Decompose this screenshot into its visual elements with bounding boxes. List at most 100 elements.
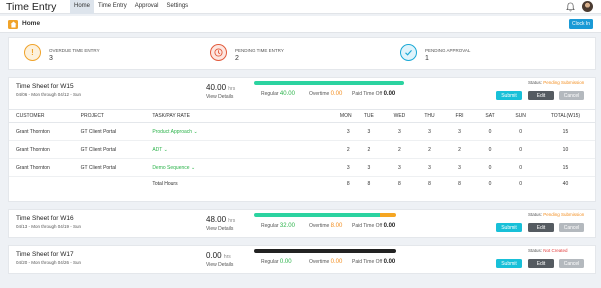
regular-value: 40.00 — [279, 91, 295, 97]
cancel-button[interactable]: Cancel — [559, 223, 584, 232]
summary-label: OVERDUE TIME ENTRY — [49, 48, 100, 53]
total-sun: 0 — [519, 180, 523, 187]
summary-label: PENDING APPROVAL — [425, 48, 471, 53]
view-details-link[interactable]: View Details — [206, 226, 233, 232]
total-hours-label: Total Hours — [152, 180, 178, 187]
overtime-value: 0.00 — [330, 259, 343, 265]
cell-mon[interactable]: 3 — [281, 122, 354, 141]
cell-tue[interactable]: 3 — [353, 122, 385, 141]
edit-button[interactable]: Edit — [528, 223, 554, 232]
cell-tue[interactable]: 3 — [353, 158, 385, 177]
nav-approval[interactable]: Approval — [131, 0, 163, 14]
timesheet-card-w16: Time Sheet for W16 04/13 - Mon through 0… — [8, 209, 596, 238]
home-icon — [8, 20, 18, 29]
col-sun: SUN — [505, 109, 536, 123]
hours-progress-bar — [254, 81, 404, 85]
pto-value: 0.00 — [383, 91, 396, 97]
cell-sun[interactable]: 0 — [505, 122, 536, 141]
cell-fri[interactable]: 3 — [444, 158, 475, 177]
col-total: TOTAL(W15) — [535, 109, 595, 123]
cell-mon[interactable]: 2 — [281, 140, 354, 159]
cancel-button[interactable]: Cancel — [559, 259, 584, 268]
regular-value: 0.00 — [279, 259, 292, 265]
nav-home[interactable]: Home — [70, 0, 95, 14]
cell-project: GT Client Portal — [80, 158, 153, 177]
hours-unit: hrs — [228, 218, 236, 224]
pto-value: 0.00 — [383, 223, 396, 229]
table-header-row: CUSTOMER PROJECT TASK/PAY RATE MON TUE W… — [9, 109, 595, 123]
col-sat: SAT — [474, 109, 506, 123]
cell-tue[interactable]: 2 — [353, 140, 385, 159]
status-badge: Pending Submission — [543, 80, 585, 85]
table-row[interactable]: Grant Thornton GT Client Portal ADT ⌄ 2 … — [9, 140, 595, 159]
timesheet-dates: 04/13 - Mon through 04/19 - Sun — [16, 224, 82, 229]
progress-overtime — [380, 213, 396, 217]
view-details-link[interactable]: View Details — [206, 262, 233, 268]
pto-hours: Paid Time Off 0.00 — [352, 259, 396, 265]
cell-task[interactable]: ADT ⌄ — [152, 140, 282, 159]
cancel-button[interactable]: Cancel — [559, 91, 584, 100]
timesheet-status: Status: Pending Submission — [528, 80, 585, 85]
chevron-down-icon: ⌄ — [193, 128, 198, 135]
regular-hours: Regular 40.00 — [261, 91, 295, 97]
status-badge: Pending Submission — [543, 212, 585, 217]
edit-button[interactable]: Edit — [528, 259, 554, 268]
timesheet-hours: 0.00 hrs — [206, 251, 231, 260]
cell-total: 15 — [535, 158, 595, 177]
cell-sun[interactable]: 0 — [505, 140, 536, 159]
col-project: PROJECT — [80, 109, 153, 123]
total-week: 40 — [562, 180, 569, 187]
nav-time-entry[interactable]: Time Entry — [94, 0, 131, 14]
cell-fri[interactable]: 2 — [444, 140, 475, 159]
avatar[interactable] — [582, 1, 593, 12]
cell-wed[interactable]: 2 — [384, 140, 415, 159]
col-wed: WED — [384, 109, 415, 123]
cell-project: GT Client Portal — [80, 140, 153, 159]
top-bar: Time Entry Home Time Entry Approval Sett… — [0, 0, 601, 14]
cell-fri[interactable]: 3 — [444, 122, 475, 141]
table-row[interactable]: Grant Thornton GT Client Portal Demo Seq… — [9, 158, 595, 177]
cell-thu[interactable]: 2 — [414, 140, 445, 159]
cell-sat[interactable]: 0 — [474, 140, 506, 159]
overtime-value: 8.00 — [330, 223, 343, 229]
total-hours-row: Total Hours 8 8 8 8 8 0 0 40 — [9, 177, 595, 191]
total-mon: 8 — [346, 180, 350, 187]
col-mon: MON — [281, 109, 354, 123]
col-task: TASK/PAY RATE — [152, 109, 282, 123]
regular-hours: Regular 0.00 — [261, 259, 292, 265]
cell-sat[interactable]: 0 — [474, 122, 506, 141]
cell-thu[interactable]: 3 — [414, 122, 445, 141]
nav-settings[interactable]: Settings — [162, 0, 192, 14]
cell-thu[interactable]: 3 — [414, 158, 445, 177]
cell-mon[interactable]: 3 — [281, 158, 354, 177]
clock-in-button[interactable]: Clock In — [569, 19, 593, 29]
table-row[interactable]: Grant Thornton GT Client Portal Product … — [9, 122, 595, 141]
cell-task[interactable]: Product Approach ⌄ — [152, 122, 282, 141]
cell-wed[interactable]: 3 — [384, 158, 415, 177]
hours-value: 40.00 — [206, 83, 227, 92]
cell-sun[interactable]: 0 — [505, 158, 536, 177]
pto-value: 0.00 — [383, 259, 396, 265]
submit-button[interactable]: Submit — [496, 91, 522, 100]
cell-project: GT Client Portal — [80, 122, 153, 141]
submit-button[interactable]: Submit — [496, 259, 522, 268]
col-fri: FRI — [444, 109, 475, 123]
overtime-hours: Overtime 0.00 — [309, 259, 343, 265]
regular-value: 32.00 — [279, 223, 295, 229]
chevron-down-icon: ⌄ — [190, 164, 196, 171]
timesheet-title: Time Sheet for W17 — [16, 251, 74, 258]
progress-regular — [254, 81, 404, 85]
cell-task[interactable]: Demo Sequence ⌄ — [152, 158, 282, 177]
overtime-hours: Overtime 8.00 — [309, 223, 343, 229]
edit-button[interactable]: Edit — [528, 91, 554, 100]
col-thu: THU — [414, 109, 445, 123]
submit-button[interactable]: Submit — [496, 223, 522, 232]
view-details-link[interactable]: View Details — [206, 94, 233, 100]
hours-unit: hrs — [223, 254, 231, 260]
cell-wed[interactable]: 3 — [384, 122, 415, 141]
page-header: Home Clock In — [0, 16, 601, 33]
bell-icon[interactable] — [566, 2, 575, 12]
check-icon — [400, 44, 417, 61]
summary-label: PENDING TIME ENTRY — [235, 48, 284, 53]
cell-sat[interactable]: 0 — [474, 158, 506, 177]
